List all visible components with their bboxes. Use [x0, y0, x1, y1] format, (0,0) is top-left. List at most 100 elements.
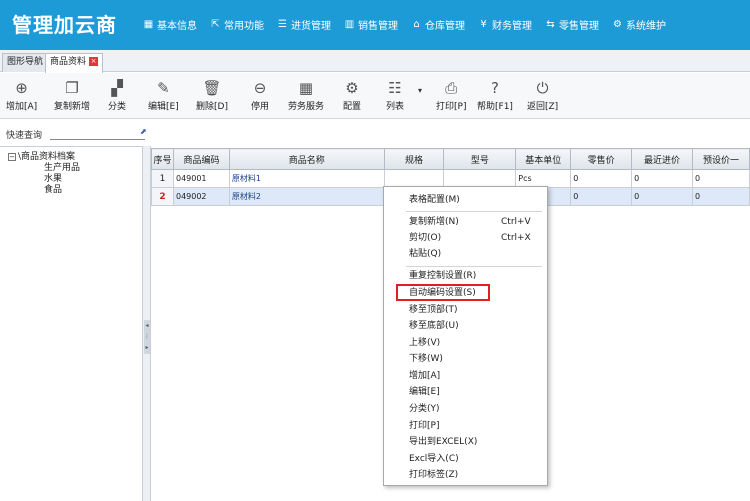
menu-item-cut[interactable]: 剪切(O) Ctrl+X — [384, 230, 547, 246]
preset-price-cell[interactable]: 0 — [692, 187, 750, 206]
model-cell[interactable] — [443, 169, 517, 188]
close-icon[interactable]: × — [89, 57, 99, 66]
printer-icon: ⎙ — [445, 79, 458, 97]
edit-button[interactable]: ✎ 编辑[E] — [148, 78, 179, 112]
top-nav: ▦ 基本信息 ⇱ 常用功能 ☰ 进货管理 ▥ 销售管理 ⌂ 仓库管理 ¥ 财务管理 ⇆ 零售管… — [143, 17, 679, 32]
gear-icon: ⚙ — [345, 79, 359, 97]
table-header: 序号 商品编码 商品名称 规格 型号 基本单位 零售价 最近进价 预设价一 — [151, 148, 750, 170]
product-code-cell[interactable]: 049002 — [172, 187, 230, 206]
list-button[interactable]: ☷ 列表 — [386, 78, 404, 112]
column-header[interactable]: 规格 — [383, 148, 445, 170]
minus-circle-icon: ⊖ — [253, 79, 267, 97]
nav-sales[interactable]: ▥ 销售管理 — [344, 17, 398, 32]
menu-item-move-down[interactable]: 下移(W) — [384, 351, 547, 367]
gear-icon: ⚙ — [613, 19, 622, 30]
external-link-icon: ⇱ — [211, 19, 220, 30]
menu-item-print-label[interactable]: 打印标签(Z) — [384, 467, 547, 483]
delete-button[interactable]: 🗑 删除[D] — [196, 78, 228, 112]
product-code-cell[interactable]: 049001 — [172, 169, 230, 188]
column-header[interactable]: 基本单位 — [515, 148, 572, 170]
column-header[interactable]: 预设价一 — [692, 148, 750, 170]
spec-cell[interactable] — [383, 169, 445, 188]
category-icon: ▞ — [111, 79, 123, 97]
edit-icon: ✎ — [157, 79, 170, 97]
return-button[interactable]: ⏻ 返回[Z] — [527, 78, 558, 112]
menu-item-print[interactable]: 打印[P] — [384, 418, 547, 434]
menu-item-edit[interactable]: 编辑[E] — [384, 384, 547, 400]
collapse-icon[interactable]: − — [8, 152, 16, 161]
menu-divider — [406, 211, 542, 212]
menu-item-excel-import[interactable]: Excl导入(C) — [384, 451, 547, 467]
home-icon: ⌂ — [413, 19, 420, 30]
copy-add-button[interactable]: ❐ 复制新增 — [54, 78, 90, 112]
column-header[interactable]: 商品名称 — [228, 148, 385, 170]
add-button[interactable]: ⊕ 增加[A] — [6, 78, 37, 112]
menu-item-move-up[interactable]: 上移(V) — [384, 335, 547, 351]
list-dropdown-icon[interactable]: ▾ — [418, 86, 422, 95]
column-header[interactable]: 零售价 — [570, 148, 633, 170]
yen-icon: ¥ — [480, 19, 487, 30]
plus-circle-icon: ⊕ — [15, 79, 28, 97]
quick-search-input[interactable] — [50, 139, 145, 140]
product-name-cell[interactable]: 原材料1 — [228, 169, 385, 188]
service-button[interactable]: ▦ 劳务服务 — [288, 78, 324, 112]
category-button[interactable]: ▞ 分类 — [108, 78, 126, 112]
menu-item-export-excel[interactable]: 导出到EXCEL(X) — [384, 434, 547, 450]
column-header[interactable]: 型号 — [443, 148, 517, 170]
last-cost-cell[interactable]: 0 — [631, 169, 694, 188]
disable-button[interactable]: ⊖ 停用 — [251, 78, 269, 112]
config-button[interactable]: ⚙ 配置 — [343, 78, 361, 112]
retail-price-cell[interactable]: 0 — [570, 187, 633, 206]
quick-search: 快速查询 ⬈ — [0, 126, 152, 142]
product-name-cell[interactable]: 原材料2 — [228, 187, 385, 206]
toolbar: ⊕ 增加[A] ❐ 复制新增 ▞ 分类 ✎ 编辑[E] 🗑 删除[D] ⊖ 停用 ▦ 劳务服务… — [0, 73, 750, 119]
power-icon: ⏻ — [536, 79, 549, 97]
menu-item-move-bottom[interactable]: 移至底部(U) — [384, 318, 547, 334]
help-button[interactable]: ? 帮助[F1] — [477, 78, 513, 112]
menu-item-move-top[interactable]: 移至顶部(T) — [384, 302, 547, 318]
list-icon: ☰ — [278, 19, 287, 30]
menu-item-category[interactable]: 分类(Y) — [384, 401, 547, 417]
nav-warehouse[interactable]: ⌂ 仓库管理 — [411, 17, 465, 32]
column-header[interactable]: 序号 — [151, 148, 174, 170]
category-tree: − \商品资料档案 生产用品 水果 食品 — [0, 146, 143, 501]
preset-price-cell[interactable]: 0 — [692, 169, 750, 188]
tree-item[interactable]: 食品 — [44, 182, 62, 195]
column-header[interactable]: 商品编码 — [172, 148, 230, 170]
menu-item-duplicate-control[interactable]: 重复控制设置(R) — [384, 268, 547, 284]
app-header: 管理加云商 ▦ 基本信息 ⇱ 常用功能 ☰ 进货管理 ▥ 销售管理 ⌂ 仓库管理 ¥ 财务管… — [0, 0, 750, 50]
menu-item-table-config[interactable]: 表格配置(M) — [384, 192, 547, 208]
context-menu: 表格配置(M) 复制新增(N) Ctrl+V 剪切(O) Ctrl+X 粘贴(Q) … — [383, 186, 548, 486]
table-row[interactable]: 1 049001 原材料1 Pcs 0 0 0 — [151, 169, 750, 188]
nav-basic-info[interactable]: ▦ 基本信息 — [143, 17, 197, 32]
menu-divider — [406, 266, 542, 267]
row-number: 2 — [151, 187, 174, 206]
nav-retail[interactable]: ⇆ 零售管理 — [545, 17, 599, 32]
tab-bar: 图形导航 商品资料 × — [0, 50, 750, 73]
bar-chart-icon: ▥ — [344, 19, 355, 30]
panel-splitter[interactable]: ◂ ⋮ ▸ — [143, 146, 151, 501]
splitter-grip-icon[interactable]: ◂ ⋮ ▸ — [144, 320, 150, 354]
nav-finance[interactable]: ¥ 财务管理 — [478, 17, 532, 32]
retail-price-cell[interactable]: 0 — [570, 169, 633, 188]
column-header[interactable]: 最近进价 — [631, 148, 694, 170]
last-cost-cell[interactable]: 0 — [631, 187, 694, 206]
trash-icon: 🗑 — [202, 79, 222, 97]
copy-icon: ❐ — [65, 79, 79, 97]
menu-item-add[interactable]: 增加[A] — [384, 368, 547, 384]
tab-graphic-nav[interactable]: 图形导航 — [2, 53, 49, 72]
app-title: 管理加云商 — [12, 13, 117, 37]
service-icon: ▦ — [298, 79, 314, 97]
menu-item-paste[interactable]: 粘贴(Q) — [384, 246, 547, 262]
nav-purchase[interactable]: ☰ 进货管理 — [277, 17, 331, 32]
nav-common-functions[interactable]: ⇱ 常用功能 — [210, 17, 264, 32]
print-button[interactable]: ⎙ 打印[P] — [436, 78, 466, 112]
tab-product-info[interactable]: 商品资料 × — [45, 53, 104, 73]
nav-system[interactable]: ⚙ 系统维护 — [612, 17, 666, 32]
grid-icon: ▦ — [143, 19, 154, 30]
search-icon[interactable]: ⬈ — [140, 127, 147, 136]
highlight-box — [396, 284, 490, 301]
unit-cell[interactable]: Pcs — [515, 169, 572, 188]
row-number: 1 — [151, 169, 174, 188]
menu-item-copy-add[interactable]: 复制新增(N) Ctrl+V — [384, 214, 547, 230]
